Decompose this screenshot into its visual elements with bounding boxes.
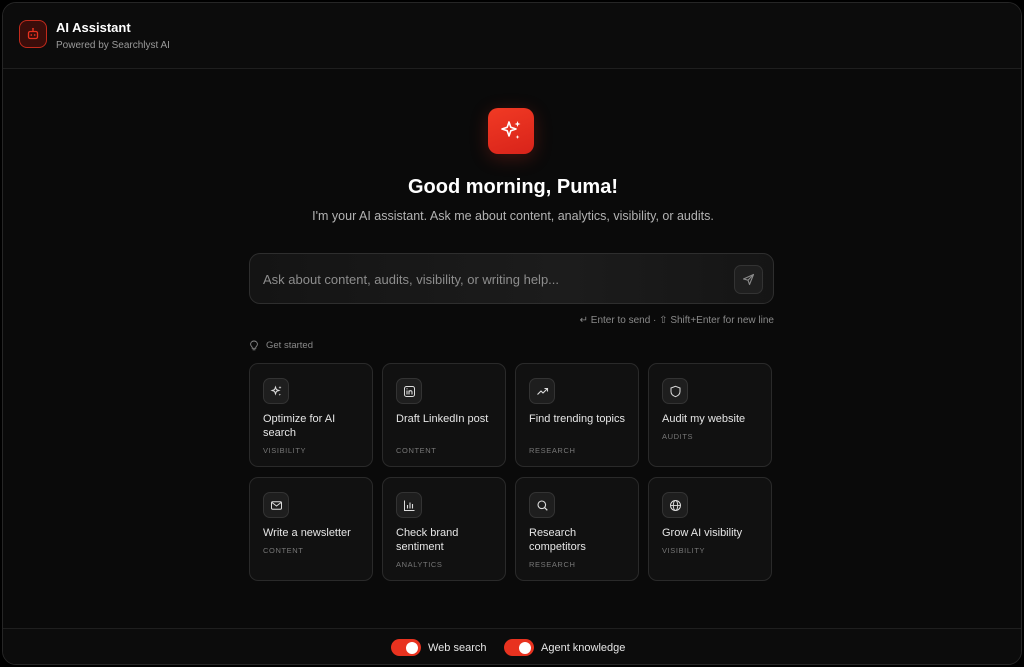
app-title: AI Assistant — [56, 20, 131, 35]
agent-knowledge-toggle[interactable]: Agent knowledge — [504, 639, 625, 656]
app-window: AI Assistant Powered by Searchlyst AI Go… — [2, 2, 1022, 665]
card-title: Check brand sentiment — [396, 527, 459, 553]
trending-up-icon — [529, 378, 555, 404]
card-title: Find trending topics — [529, 413, 625, 425]
suggestion-card-check-brand-sentiment[interactable]: Check brand sentiment ANALYTICS — [382, 477, 506, 581]
card-title: Draft LinkedIn post — [396, 413, 489, 425]
toggle-label: Web search — [428, 641, 487, 654]
send-icon — [742, 273, 755, 286]
sparkles-icon — [488, 108, 534, 154]
suggestion-card-audit-website[interactable]: Audit my website AUDITS — [648, 363, 772, 467]
get-started-text: Get started — [266, 340, 313, 351]
card-title: Grow AI visibility — [662, 527, 743, 539]
suggestion-card-optimize-ai-search[interactable]: Optimize for AI search VISIBILITY — [249, 363, 373, 467]
suggestion-card-write-newsletter[interactable]: Write a newsletter CONTENT — [249, 477, 373, 581]
toggle-label: Agent knowledge — [541, 641, 626, 654]
card-tag: VISIBILITY — [263, 446, 307, 455]
card-tag: CONTENT — [396, 446, 437, 455]
card-tag: AUDITS — [662, 432, 694, 441]
sparkles-icon — [263, 378, 289, 404]
toggle-switch[interactable] — [504, 639, 534, 656]
robot-icon — [19, 20, 47, 48]
get-started-label: Get started — [249, 340, 313, 351]
globe-icon — [662, 492, 688, 518]
mail-icon — [263, 492, 289, 518]
suggestion-card-research-competitors[interactable]: Research competitors RESEARCH — [515, 477, 639, 581]
send-button[interactable] — [734, 265, 763, 294]
message-input[interactable] — [263, 268, 723, 290]
card-title: Research competitors — [529, 527, 586, 553]
header: AI Assistant Powered by Searchlyst AI — [3, 3, 1021, 69]
toggle-switch[interactable] — [391, 639, 421, 656]
lightbulb-icon — [250, 340, 258, 351]
search-icon — [529, 492, 555, 518]
card-title: Audit my website — [662, 413, 746, 425]
message-composer — [249, 253, 774, 304]
card-tag: RESEARCH — [529, 560, 576, 569]
suggestion-card-find-trending-topics[interactable]: Find trending topics RESEARCH — [515, 363, 639, 467]
card-tag: RESEARCH — [529, 446, 576, 455]
footer: Web search Agent knowledge — [3, 628, 1021, 664]
app-subtitle: Powered by Searchlyst AI — [56, 40, 170, 51]
card-title: Write a newsletter — [263, 527, 351, 539]
greeting-heading: Good morning, Puma! — [408, 176, 618, 198]
card-tag: VISIBILITY — [662, 546, 706, 555]
card-title: Optimize for AI search — [263, 413, 336, 439]
bar-chart-icon — [396, 492, 422, 518]
card-tag: CONTENT — [263, 546, 304, 555]
intro-text: I'm your AI assistant. Ask me about cont… — [312, 209, 714, 223]
suggestion-card-grow-ai-visibility[interactable]: Grow AI visibility VISIBILITY — [648, 477, 772, 581]
linkedin-icon — [396, 378, 422, 404]
shield-icon — [662, 378, 688, 404]
card-tag: ANALYTICS — [396, 560, 443, 569]
toggle-knob — [519, 641, 531, 654]
toggle-knob — [406, 641, 418, 654]
web-search-toggle[interactable]: Web search — [391, 639, 487, 656]
suggestion-card-draft-linkedin-post[interactable]: Draft LinkedIn post CONTENT — [382, 363, 506, 467]
keyboard-hint: ↵ Enter to send · ⇧ Shift+Enter for new … — [579, 315, 774, 326]
